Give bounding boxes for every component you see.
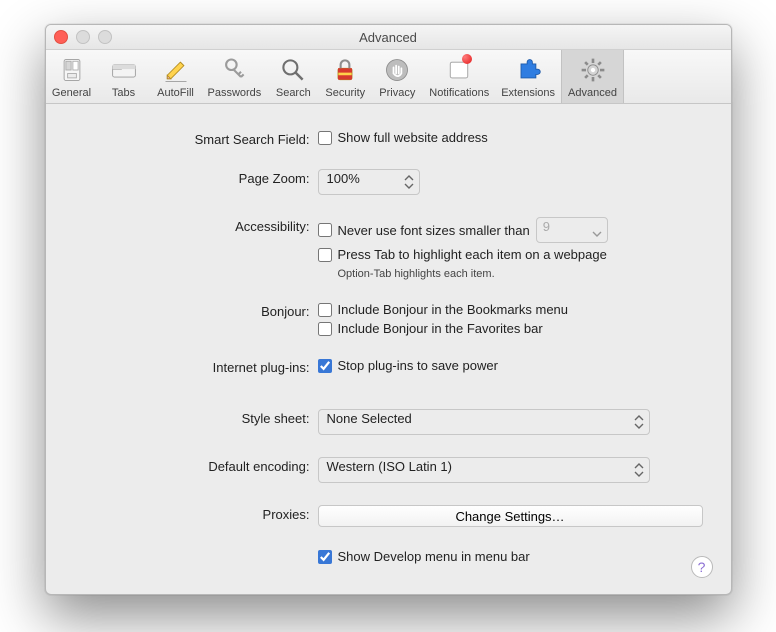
- cb-bonjour-bookmarks-input[interactable]: [318, 303, 332, 317]
- select-page-zoom[interactable]: 100%: [318, 169, 420, 195]
- tb-label: General: [52, 87, 91, 99]
- button-change-settings[interactable]: Change Settings…: [318, 505, 703, 527]
- tb-label: Search: [276, 87, 311, 99]
- label-smart-search: Smart Search Field:: [74, 130, 318, 147]
- close-icon[interactable]: [54, 30, 68, 44]
- tb-extensions[interactable]: Extensions: [495, 50, 561, 103]
- pencil-icon: [161, 55, 191, 85]
- tb-advanced[interactable]: Advanced: [561, 50, 624, 103]
- cb-develop-menu-input[interactable]: [318, 550, 332, 564]
- content-pane: Smart Search Field: Show full website ad…: [46, 104, 731, 594]
- hint-option-tab: Option-Tab highlights each item.: [338, 268, 703, 280]
- search-icon: [278, 55, 308, 85]
- titlebar: Advanced: [46, 25, 731, 50]
- help-button[interactable]: ?: [691, 556, 713, 578]
- tb-label: Passwords: [208, 87, 262, 99]
- cb-show-full-address[interactable]: Show full website address: [318, 130, 703, 145]
- key-icon: [219, 55, 249, 85]
- tb-label: Advanced: [568, 87, 617, 99]
- zoom-icon[interactable]: [98, 30, 112, 44]
- minimize-icon[interactable]: [76, 30, 90, 44]
- switch-icon: [57, 55, 87, 85]
- cb-font-size-label: Never use font sizes smaller than: [338, 223, 530, 238]
- select-style-sheet[interactable]: None Selected: [318, 409, 650, 435]
- label-style-sheet: Style sheet:: [74, 409, 318, 426]
- cb-bonjour-favorites-label: Include Bonjour in the Favorites bar: [338, 321, 543, 336]
- tb-label: Extensions: [501, 87, 555, 99]
- select-encoding[interactable]: Western (ISO Latin 1): [318, 457, 650, 483]
- label-accessibility: Accessibility:: [74, 217, 318, 234]
- tb-label: AutoFill: [157, 87, 194, 99]
- cb-bonjour-favorites[interactable]: Include Bonjour in the Favorites bar: [318, 321, 703, 336]
- label-proxies: Proxies:: [74, 505, 318, 522]
- tb-label: Privacy: [379, 87, 415, 99]
- tb-notifications[interactable]: Notifications: [423, 50, 495, 103]
- cb-press-tab[interactable]: Press Tab to highlight each item on a we…: [318, 247, 703, 262]
- puzzle-icon: [513, 55, 543, 85]
- gear-icon: [578, 55, 608, 85]
- cb-press-tab-input[interactable]: [318, 248, 332, 262]
- tabs-icon: [109, 55, 139, 85]
- tb-general[interactable]: General: [46, 50, 98, 103]
- tb-security[interactable]: Security: [319, 50, 371, 103]
- cb-develop-menu-label: Show Develop menu in menu bar: [338, 549, 530, 564]
- lock-icon: [330, 55, 360, 85]
- label-plugins: Internet plug-ins:: [74, 358, 318, 375]
- preferences-window: Advanced General Tabs AutoFill Passwords: [45, 24, 732, 595]
- cb-stop-plugins-input[interactable]: [318, 359, 332, 373]
- select-min-font-size[interactable]: 9: [536, 217, 608, 243]
- tb-passwords[interactable]: Passwords: [202, 50, 268, 103]
- tb-label: Tabs: [112, 87, 135, 99]
- window-title: Advanced: [46, 30, 731, 45]
- cb-stop-plugins-label: Stop plug-ins to save power: [338, 358, 498, 373]
- cb-stop-plugins[interactable]: Stop plug-ins to save power: [318, 358, 703, 373]
- cb-show-full-address-label: Show full website address: [338, 130, 488, 145]
- cb-develop-menu[interactable]: Show Develop menu in menu bar: [318, 549, 703, 564]
- cb-bonjour-bookmarks[interactable]: Include Bonjour in the Bookmarks menu: [318, 302, 703, 317]
- hand-icon: [382, 55, 412, 85]
- toolbar: General Tabs AutoFill Passwords Search: [46, 50, 731, 104]
- cb-bonjour-bookmarks-label: Include Bonjour in the Bookmarks menu: [338, 302, 569, 317]
- tb-privacy[interactable]: Privacy: [371, 50, 423, 103]
- tb-label: Security: [325, 87, 365, 99]
- tb-autofill[interactable]: AutoFill: [150, 50, 202, 103]
- tb-search[interactable]: Search: [267, 50, 319, 103]
- tb-tabs[interactable]: Tabs: [98, 50, 150, 103]
- label-bonjour: Bonjour:: [74, 302, 318, 319]
- notification-icon: [444, 55, 474, 85]
- cb-press-tab-label: Press Tab to highlight each item on a we…: [338, 247, 607, 262]
- cb-font-size-input[interactable]: [318, 223, 332, 237]
- tb-label: Notifications: [429, 87, 489, 99]
- cb-show-full-address-input[interactable]: [318, 131, 332, 145]
- window-controls: [54, 30, 112, 44]
- label-encoding: Default encoding:: [74, 457, 318, 474]
- cb-bonjour-favorites-input[interactable]: [318, 322, 332, 336]
- label-page-zoom: Page Zoom:: [74, 169, 318, 186]
